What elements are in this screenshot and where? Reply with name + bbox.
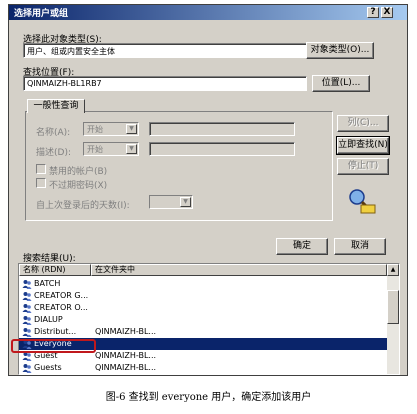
title-bar[interactable]: 选择用户或组 ? X bbox=[9, 5, 407, 20]
table-row[interactable]: CREATOR G... bbox=[19, 290, 387, 302]
stop-button[interactable]: 停止(T) bbox=[337, 158, 389, 175]
table-row[interactable]: BATCH bbox=[19, 278, 387, 290]
disabled-accounts-checkbox[interactable] bbox=[36, 164, 46, 174]
table-row[interactable]: Distribut... QINMAIZH-BL... bbox=[19, 326, 387, 338]
days-since-logon-select[interactable]: ▼ bbox=[149, 195, 193, 209]
row-name: CREATOR G... bbox=[34, 291, 89, 300]
description-operator-value: 开始 bbox=[87, 145, 103, 154]
select-users-dialog: 选择用户或组 ? X 选择此对象类型(S): 用户、组或内置安全主体 对象类型(… bbox=[8, 4, 408, 376]
close-button[interactable]: X bbox=[381, 7, 393, 18]
columns-button[interactable]: 列(C)... bbox=[337, 115, 389, 132]
no-expire-password-label: 不过期密码(X) bbox=[49, 181, 108, 191]
locations-button[interactable]: 位置(L)... bbox=[312, 75, 370, 92]
scroll-up-button[interactable]: ▲ bbox=[387, 264, 399, 276]
tab-common-queries[interactable]: 一般性查询 bbox=[27, 99, 85, 113]
row-name: DIALUP bbox=[34, 315, 63, 324]
table-row[interactable]: DIALUP bbox=[19, 314, 387, 326]
table-row[interactable]: Guests QINMAIZH-BL... bbox=[19, 362, 387, 374]
highlight-box bbox=[11, 339, 96, 353]
row-name: CREATOR O... bbox=[34, 303, 88, 312]
column-header-name[interactable]: 名称 (RDN) bbox=[19, 264, 91, 276]
user-group-icon bbox=[22, 328, 32, 337]
table-row[interactable]: CREATOR O... bbox=[19, 302, 387, 314]
days-since-logon-label: 自上次登录后的天数(I): bbox=[36, 201, 130, 211]
scroll-thumb[interactable] bbox=[387, 290, 399, 324]
object-types-button[interactable]: 对象类型(O)... bbox=[306, 42, 374, 59]
search-animation-icon bbox=[349, 189, 376, 214]
search-results-list[interactable]: 名称 (RDN) 在文件夹中 BATCH CREATOR G... CREATOR … bbox=[18, 263, 400, 375]
results-scrollbar[interactable]: ▲ bbox=[387, 264, 399, 374]
ok-button[interactable]: 确定 bbox=[276, 238, 328, 255]
window-title: 选择用户或组 bbox=[14, 9, 69, 19]
cancel-button[interactable]: 取消 bbox=[334, 238, 386, 255]
name-input[interactable] bbox=[149, 122, 295, 136]
description-input[interactable] bbox=[149, 142, 295, 156]
user-group-icon bbox=[22, 280, 32, 289]
find-now-button[interactable]: 立即查找(N) bbox=[336, 136, 390, 155]
name-operator-value: 开始 bbox=[87, 125, 103, 134]
description-label: 描述(D): bbox=[36, 148, 71, 158]
description-operator-select[interactable]: 开始 ▼ bbox=[83, 142, 139, 156]
help-button[interactable]: ? bbox=[367, 7, 379, 18]
user-group-icon bbox=[22, 316, 32, 325]
name-operator-select[interactable]: 开始 ▼ bbox=[83, 122, 139, 136]
column-header-folder[interactable]: 在文件夹中 bbox=[91, 264, 387, 276]
row-name: Guests bbox=[34, 363, 62, 372]
figure-caption: 图-6 查找到 everyone 用户，确定添加该用户 bbox=[105, 392, 312, 403]
chevron-down-icon: ▼ bbox=[180, 197, 191, 207]
row-name: Distribut... bbox=[34, 327, 77, 336]
user-group-icon bbox=[22, 364, 32, 373]
row-folder: QINMAIZH-BL... bbox=[95, 363, 157, 372]
row-folder: QINMAIZH-BL... bbox=[95, 351, 157, 360]
name-label: 名称(A): bbox=[36, 128, 71, 138]
row-folder: QINMAIZH-BL... bbox=[95, 327, 157, 336]
chevron-down-icon: ▼ bbox=[126, 144, 137, 154]
no-expire-password-checkbox[interactable] bbox=[36, 178, 46, 188]
object-type-field: 用户、组或内置安全主体 bbox=[23, 43, 307, 58]
row-name: BATCH bbox=[34, 279, 61, 288]
chevron-down-icon: ▼ bbox=[126, 124, 137, 134]
user-group-icon bbox=[22, 292, 32, 301]
user-group-icon bbox=[22, 304, 32, 313]
disabled-accounts-label: 禁用的帐户(B) bbox=[49, 167, 108, 177]
location-field: QINMAIZH-BL1RB7 bbox=[23, 76, 307, 91]
